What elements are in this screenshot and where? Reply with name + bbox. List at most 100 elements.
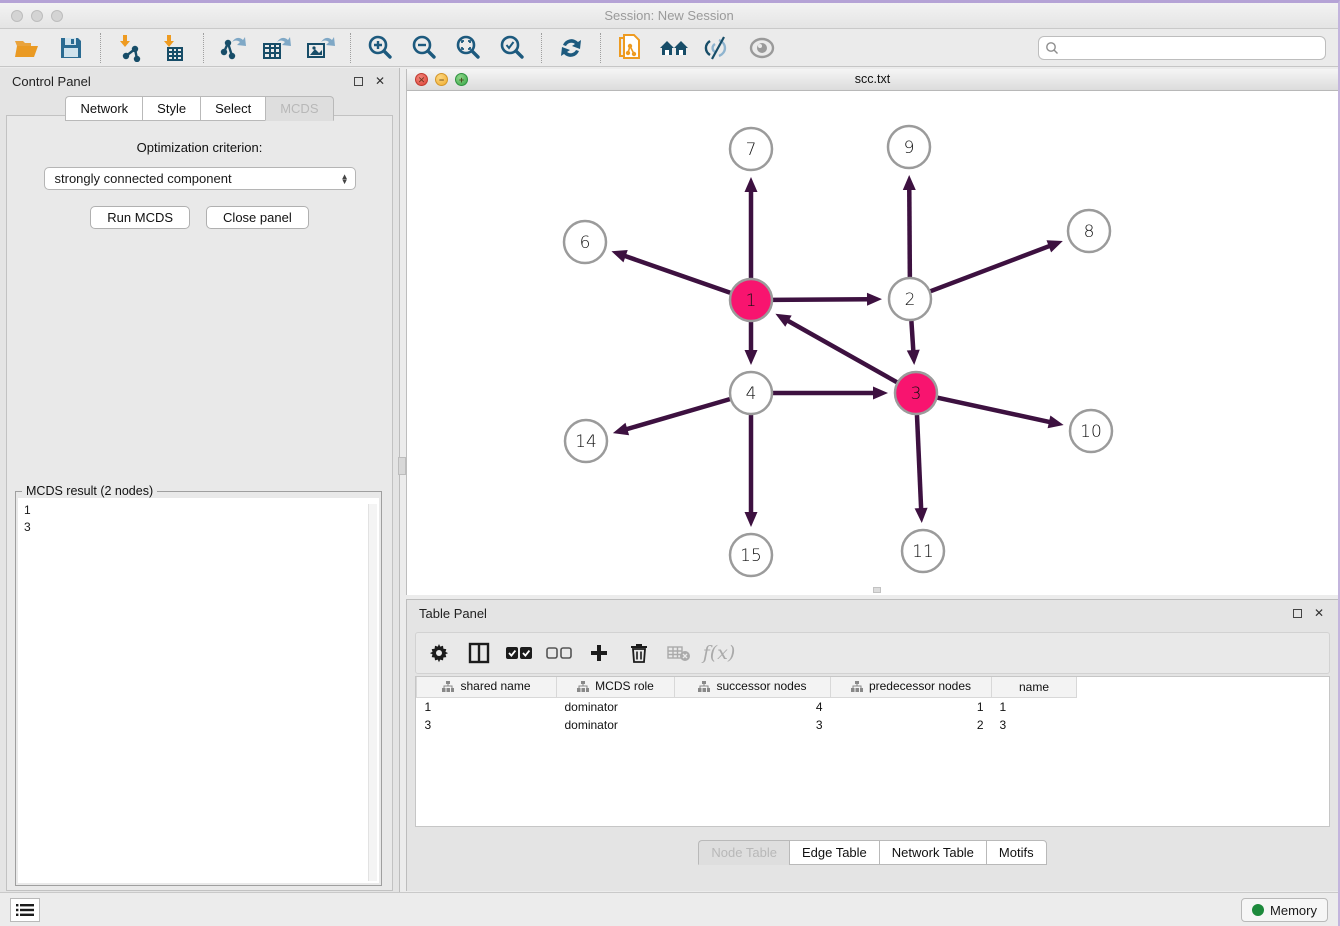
zoom-selected-icon[interactable] (493, 32, 531, 64)
graph-node-label: 1 (746, 291, 757, 311)
mcds-tab-content: Optimization criterion: strongly connect… (6, 115, 393, 891)
window-title: Session: New Session (0, 3, 1338, 29)
graph-node-label: 14 (575, 432, 597, 452)
memory-button[interactable]: Memory (1241, 898, 1328, 922)
table-panel: Table Panel ✕ f(x) (406, 599, 1338, 891)
function-builder-icon[interactable]: f(x) (706, 640, 732, 666)
column-header-mcds-role[interactable]: MCDS role (557, 677, 675, 698)
search-box (1038, 36, 1326, 60)
network-minimize-button[interactable]: − (435, 73, 448, 86)
tab-edge-table[interactable]: Edge Table (789, 840, 879, 865)
edge-3-11[interactable] (917, 415, 921, 510)
control-panel-title: Control Panel (12, 74, 91, 89)
run-mcds-button[interactable]: Run MCDS (90, 206, 190, 229)
zoom-fit-icon[interactable] (449, 32, 487, 64)
zoom-in-icon[interactable] (361, 32, 399, 64)
dropdown-stepper-icon: ▲▼ (341, 174, 349, 184)
export-table-icon[interactable] (258, 32, 296, 64)
zoom-out-icon[interactable] (405, 32, 443, 64)
search-input[interactable] (1059, 41, 1319, 55)
edge-arrowhead (611, 250, 627, 262)
main-toolbar (0, 29, 1338, 67)
mcds-result-textarea[interactable]: 1 3 (18, 498, 379, 883)
network-maximize-button[interactable]: + (455, 73, 468, 86)
tab-network[interactable]: Network (65, 96, 142, 121)
network-window-titlebar: ✕ − + scc.txt (407, 69, 1338, 91)
tab-network-table[interactable]: Network Table (879, 840, 986, 865)
close-table-panel-icon[interactable]: ✕ (1312, 606, 1326, 620)
edge-3-1[interactable] (787, 320, 897, 382)
toolbar-separator (600, 33, 601, 63)
criterion-dropdown[interactable]: strongly connected component ▲▼ (44, 167, 356, 190)
search-icon (1045, 41, 1059, 55)
edge-3-10[interactable] (937, 398, 1050, 423)
edge-4-14[interactable] (625, 399, 730, 429)
edge-arrowhead (745, 177, 758, 192)
import-network-icon[interactable] (111, 32, 149, 64)
close-window-button[interactable] (11, 10, 23, 22)
list-icon (16, 903, 34, 917)
tab-motifs[interactable]: Motifs (986, 840, 1047, 865)
network-close-button[interactable]: ✕ (415, 73, 428, 86)
table-toolbar: f(x) (415, 632, 1330, 674)
split-columns-icon[interactable] (466, 640, 492, 666)
minimize-window-button[interactable] (31, 10, 43, 22)
tab-select[interactable]: Select (200, 96, 265, 121)
optimization-criterion-label: Optimization criterion: (7, 140, 392, 155)
open-session-icon[interactable] (8, 32, 46, 64)
column-header-name[interactable]: name (992, 677, 1077, 698)
apply-layout-icon[interactable] (552, 32, 590, 64)
export-image-icon[interactable] (302, 32, 340, 64)
maximize-window-button[interactable] (51, 10, 63, 22)
table-row[interactable]: 3 dominator 3 2 3 (417, 716, 1077, 734)
tab-node-table[interactable]: Node Table (698, 840, 789, 865)
canvas-resize-grip[interactable] (873, 587, 881, 593)
tab-style[interactable]: Style (142, 96, 200, 121)
float-panel-icon[interactable] (351, 74, 365, 88)
add-column-icon[interactable] (586, 640, 612, 666)
edge-arrowhead (903, 175, 916, 190)
panel-splitter-grip[interactable] (398, 457, 406, 475)
edge-2-9[interactable] (909, 188, 910, 277)
import-table-icon[interactable] (155, 32, 193, 64)
table-row[interactable]: 1 dominator 4 1 1 (417, 698, 1077, 717)
show-graphics-details-icon[interactable] (743, 32, 781, 64)
clone-network-icon[interactable] (611, 32, 649, 64)
delete-table-icon[interactable] (666, 640, 692, 666)
column-header-predecessor-nodes[interactable]: predecessor nodes (831, 677, 992, 698)
edge-1-6[interactable] (624, 256, 731, 293)
table-panel-title: Table Panel (419, 606, 487, 621)
control-panel: Control Panel ✕ Network Style Select MCD… (0, 68, 400, 895)
close-panel-button[interactable]: Close panel (206, 206, 309, 229)
graph-node-label: 3 (911, 384, 922, 404)
table-settings-icon[interactable] (426, 640, 452, 666)
toolbar-separator (203, 33, 204, 63)
float-table-panel-icon[interactable] (1290, 606, 1304, 620)
edge-2-8[interactable] (931, 246, 1051, 292)
graph-node-label: 11 (912, 542, 934, 562)
task-history-button[interactable] (10, 898, 40, 922)
edge-2-3[interactable] (911, 321, 913, 352)
column-header-shared-name[interactable]: shared name (417, 677, 557, 698)
first-neighbors-icon[interactable] (655, 32, 693, 64)
network-canvas[interactable]: 7968124314101511 (407, 91, 1338, 595)
deselect-all-columns-icon[interactable] (546, 640, 572, 666)
export-network-icon[interactable] (214, 32, 252, 64)
delete-column-icon[interactable] (626, 640, 652, 666)
hide-graphics-details-icon[interactable] (699, 32, 737, 64)
result-scrollbar[interactable] (368, 504, 377, 881)
node-table: shared name MCDS role successor nodes pr… (415, 676, 1330, 827)
graph-node-label: 2 (905, 290, 916, 310)
edge-arrowhead (613, 423, 629, 435)
select-all-columns-icon[interactable] (506, 640, 532, 666)
edge-1-2[interactable] (773, 299, 869, 300)
status-bar: Memory (0, 892, 1338, 926)
column-header-successor-nodes[interactable]: successor nodes (675, 677, 831, 698)
save-session-icon[interactable] (52, 32, 90, 64)
toolbar-separator (350, 33, 351, 63)
result-line: 3 (24, 519, 379, 536)
close-panel-icon[interactable]: ✕ (373, 74, 387, 88)
memory-status-icon (1252, 904, 1264, 916)
toolbar-separator (541, 33, 542, 63)
tab-mcds[interactable]: MCDS (265, 96, 333, 121)
